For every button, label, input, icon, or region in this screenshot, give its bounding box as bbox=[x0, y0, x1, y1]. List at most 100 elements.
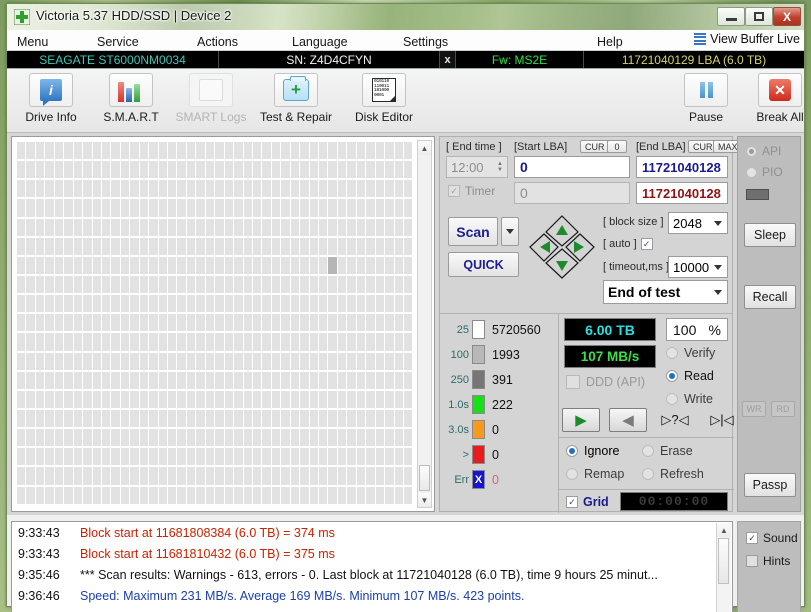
map-cell[interactable] bbox=[281, 352, 291, 372]
map-cell[interactable] bbox=[139, 486, 150, 506]
map-cell[interactable] bbox=[309, 161, 319, 181]
map-cell[interactable] bbox=[168, 256, 178, 276]
map-cell[interactable] bbox=[347, 429, 357, 449]
map-cell[interactable] bbox=[205, 409, 216, 430]
map-cell[interactable] bbox=[35, 161, 46, 181]
map-cell[interactable] bbox=[319, 352, 329, 372]
map-cell[interactable] bbox=[224, 429, 235, 449]
map-cell[interactable] bbox=[366, 275, 376, 296]
map-cell[interactable] bbox=[271, 333, 282, 353]
map-cell[interactable] bbox=[26, 467, 36, 487]
map-cell[interactable] bbox=[158, 295, 168, 315]
map-cell[interactable] bbox=[281, 295, 291, 315]
map-cell[interactable] bbox=[300, 237, 310, 257]
map-cell[interactable] bbox=[243, 218, 253, 238]
map-cell[interactable] bbox=[337, 390, 348, 410]
map-cell[interactable] bbox=[92, 409, 102, 430]
map-cell[interactable] bbox=[139, 371, 150, 391]
map-cell[interactable] bbox=[149, 371, 159, 391]
map-cell[interactable] bbox=[54, 314, 65, 334]
map-cell[interactable] bbox=[224, 352, 235, 372]
map-cell[interactable] bbox=[385, 314, 395, 334]
map-cell[interactable] bbox=[319, 295, 329, 315]
map-cell[interactable] bbox=[83, 161, 93, 181]
map-cell[interactable] bbox=[328, 256, 338, 276]
map-cell[interactable] bbox=[158, 429, 168, 449]
map-cell[interactable] bbox=[120, 390, 131, 410]
map-cell[interactable] bbox=[356, 199, 367, 219]
map-cell[interactable] bbox=[120, 256, 131, 276]
map-cell[interactable] bbox=[101, 314, 112, 334]
map-cell[interactable] bbox=[328, 409, 338, 430]
map-cell[interactable] bbox=[54, 142, 65, 162]
map-cell[interactable] bbox=[252, 161, 263, 181]
map-cell[interactable] bbox=[309, 429, 319, 449]
map-cell[interactable] bbox=[394, 275, 404, 296]
map-cell[interactable] bbox=[300, 218, 310, 238]
map-cell[interactable] bbox=[186, 409, 197, 430]
map-cell[interactable] bbox=[300, 295, 310, 315]
map-cell[interactable] bbox=[366, 142, 376, 162]
map-cell[interactable] bbox=[111, 467, 121, 487]
map-cell[interactable] bbox=[73, 237, 84, 257]
map-cell[interactable] bbox=[309, 142, 319, 162]
maximize-button[interactable] bbox=[745, 7, 773, 26]
map-cell[interactable] bbox=[262, 180, 272, 200]
map-cell[interactable] bbox=[186, 467, 197, 487]
map-cell[interactable] bbox=[328, 142, 338, 162]
map-cell[interactable] bbox=[54, 448, 65, 468]
map-cell[interactable] bbox=[92, 199, 102, 219]
mode-write-row[interactable]: Write bbox=[666, 392, 713, 406]
map-cell[interactable] bbox=[45, 275, 55, 296]
map-cell[interactable] bbox=[139, 314, 150, 334]
map-cell[interactable] bbox=[73, 295, 84, 315]
map-cell[interactable] bbox=[26, 333, 36, 353]
map-cell[interactable] bbox=[120, 486, 131, 506]
map-cell[interactable] bbox=[186, 429, 197, 449]
play-button[interactable]: ▶ bbox=[562, 408, 600, 432]
map-cell[interactable] bbox=[262, 237, 272, 257]
map-cell[interactable] bbox=[300, 467, 310, 487]
map-cell[interactable] bbox=[45, 371, 55, 391]
map-cell[interactable] bbox=[309, 486, 319, 506]
map-cell[interactable] bbox=[92, 218, 102, 238]
map-cell[interactable] bbox=[271, 371, 282, 391]
map-cell[interactable] bbox=[385, 486, 395, 506]
map-cell[interactable] bbox=[243, 333, 253, 353]
map-cell[interactable] bbox=[205, 486, 216, 506]
map-cell[interactable] bbox=[83, 295, 93, 315]
map-cell[interactable] bbox=[168, 314, 178, 334]
map-cell[interactable] bbox=[243, 256, 253, 276]
map-cell[interactable] bbox=[262, 275, 272, 296]
map-cell[interactable] bbox=[234, 390, 244, 410]
hints-row[interactable]: Hints bbox=[746, 554, 790, 568]
map-cell[interactable] bbox=[328, 371, 338, 391]
map-cell[interactable] bbox=[26, 218, 36, 238]
map-cell[interactable] bbox=[168, 142, 178, 162]
map-cell[interactable] bbox=[73, 142, 84, 162]
map-cell[interactable] bbox=[290, 180, 301, 200]
map-cell[interactable] bbox=[375, 180, 386, 200]
map-cell[interactable] bbox=[158, 390, 168, 410]
map-cell[interactable] bbox=[356, 371, 367, 391]
map-cell[interactable] bbox=[120, 199, 131, 219]
map-cell[interactable] bbox=[281, 448, 291, 468]
map-cell[interactable] bbox=[215, 161, 225, 181]
map-cell[interactable] bbox=[196, 371, 206, 391]
verify-radio[interactable] bbox=[666, 347, 678, 359]
map-cell[interactable] bbox=[366, 429, 376, 449]
map-cell[interactable] bbox=[186, 180, 197, 200]
map-cell[interactable] bbox=[101, 218, 112, 238]
map-cell[interactable] bbox=[120, 218, 131, 238]
map-cell[interactable] bbox=[111, 352, 121, 372]
map-cell[interactable] bbox=[394, 352, 404, 372]
map-cell[interactable] bbox=[205, 161, 216, 181]
map-cell[interactable] bbox=[243, 199, 253, 219]
map-cell[interactable] bbox=[319, 237, 329, 257]
map-cell[interactable] bbox=[356, 295, 367, 315]
map-cell[interactable] bbox=[101, 448, 112, 468]
map-cell[interactable] bbox=[328, 314, 338, 334]
map-cell[interactable] bbox=[290, 429, 301, 449]
map-cell[interactable] bbox=[375, 218, 386, 238]
map-cell[interactable] bbox=[262, 390, 272, 410]
